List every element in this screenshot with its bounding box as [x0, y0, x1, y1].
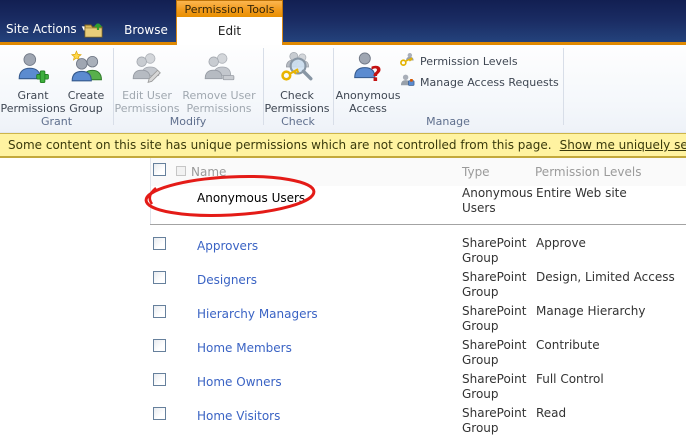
sharepoint-permissions-page: Site Actions ▾ Browse Permission Tools E…	[0, 0, 686, 437]
site-actions-label: Site Actions	[6, 22, 77, 36]
small-button-label: Permission Levels	[420, 54, 518, 68]
user-add-icon	[16, 50, 50, 88]
manage-access-requests-button[interactable]: Manage Access Requests	[400, 73, 559, 91]
check-permissions-button[interactable]: Check Permissions	[264, 50, 330, 115]
ribbon-group-label-grant: Grant	[40, 115, 73, 128]
row-type: SharePoint Group	[462, 270, 527, 299]
top-navigation-bar: Site Actions ▾ Browse Permission Tools E…	[0, 0, 686, 45]
create-group-button[interactable]: Create Group	[58, 50, 114, 115]
navigate-up-folder-icon[interactable]	[84, 21, 104, 39]
key-users-icon	[400, 52, 415, 70]
ribbon-group-label-modify: Modify	[169, 115, 207, 128]
edit-user-permissions-button-disabled: Edit User Permissions	[112, 50, 182, 115]
access-request-icon	[400, 73, 415, 91]
button-label: Edit User Permissions	[114, 89, 180, 115]
row-separator	[150, 224, 686, 225]
ribbon: Grant Permissions Create Group Grant Edi…	[0, 45, 686, 133]
mini-checkbox-icon	[176, 166, 186, 176]
show-uniquely-secured-link[interactable]: Show me uniquely secured	[560, 138, 686, 152]
left-nav-border	[150, 158, 151, 224]
select-all-checkbox[interactable]	[153, 163, 166, 176]
key-magnifier-icon	[280, 50, 314, 88]
column-header-name[interactable]: Name	[191, 165, 226, 179]
row-permissions: Contribute	[536, 338, 600, 352]
contextual-group-permission-tools: Permission Tools	[176, 0, 283, 18]
permission-levels-button[interactable]: Permission Levels	[400, 52, 518, 70]
row-permissions: Design, Limited Access	[536, 270, 675, 284]
column-header-type[interactable]: Type	[462, 165, 490, 179]
row-type: SharePoint Group	[462, 304, 527, 333]
button-label: Check Permissions	[264, 89, 330, 115]
row-type: Anonymous Users	[462, 186, 533, 215]
row-name: Anonymous Users	[197, 191, 306, 205]
contextual-tab-underline	[0, 42, 686, 45]
group-new-icon	[69, 50, 103, 88]
remove-user-permissions-button-disabled: Remove User Permissions	[180, 50, 258, 115]
row-permissions: Full Control	[536, 372, 604, 386]
row-permissions: Read	[536, 406, 567, 420]
user-edit-icon	[130, 50, 164, 88]
row-checkbox[interactable]	[153, 271, 166, 284]
group-name-link[interactable]: Home Visitors	[197, 409, 280, 423]
unique-permissions-notice: Some content on this site has unique per…	[0, 133, 686, 158]
row-permissions: Entire Web site	[536, 186, 627, 200]
row-permissions: Approve	[536, 236, 586, 250]
tab-browse[interactable]: Browse	[116, 18, 176, 42]
tab-edit-active[interactable]: Edit	[176, 17, 283, 45]
button-label: Anonymous Access	[335, 89, 401, 115]
ribbon-group-label-manage: Manage	[426, 115, 470, 128]
small-button-label: Manage Access Requests	[420, 75, 559, 89]
row-type: SharePoint Group	[462, 236, 527, 265]
row-type: SharePoint Group	[462, 372, 527, 401]
group-divider	[563, 48, 564, 125]
user-question-icon: ?	[351, 50, 385, 88]
row-checkbox[interactable]	[153, 407, 166, 420]
row-type: SharePoint Group	[462, 338, 527, 367]
row-permissions: Manage Hierarchy	[536, 304, 646, 318]
group-name-link[interactable]: Home Members	[197, 341, 292, 355]
button-label: Remove User Permissions	[182, 89, 256, 115]
group-name-link[interactable]: Hierarchy Managers	[197, 307, 318, 321]
button-label: Create Group	[67, 89, 105, 115]
row-checkbox[interactable]	[153, 305, 166, 318]
column-header-permission-levels[interactable]: Permission Levels	[535, 165, 641, 179]
ribbon-group-label-check: Check	[281, 115, 315, 128]
notice-message: Some content on this site has unique per…	[8, 138, 552, 152]
group-name-link[interactable]: Designers	[197, 273, 257, 287]
user-remove-icon	[202, 50, 236, 88]
row-type: SharePoint Group	[462, 406, 527, 435]
button-label: Grant Permissions	[0, 89, 66, 115]
row-checkbox[interactable]	[153, 237, 166, 250]
svg-text:?: ?	[370, 62, 382, 84]
anonymous-access-button[interactable]: ? Anonymous Access	[334, 50, 402, 115]
row-checkbox[interactable]	[153, 373, 166, 386]
row-checkbox[interactable]	[153, 339, 166, 352]
site-actions-menu[interactable]: Site Actions ▾	[6, 22, 86, 36]
grant-permissions-button[interactable]: Grant Permissions	[0, 50, 66, 115]
group-name-link[interactable]: Approvers	[197, 239, 258, 253]
group-name-link[interactable]: Home Owners	[197, 375, 282, 389]
